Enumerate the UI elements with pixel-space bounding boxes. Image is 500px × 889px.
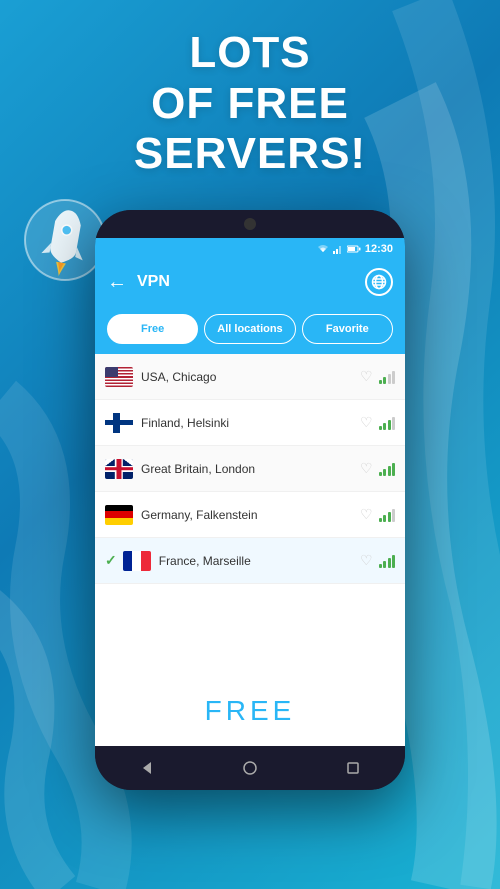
server-item[interactable]: USA, Chicago ♡ bbox=[95, 354, 405, 400]
tab-free[interactable]: Free bbox=[107, 314, 198, 344]
back-button[interactable]: ← bbox=[107, 271, 127, 294]
heart-icon[interactable]: ♡ bbox=[360, 552, 373, 569]
status-bar: 12:30 bbox=[95, 238, 405, 260]
signal-icon bbox=[379, 416, 396, 430]
app-header: ← VPN bbox=[95, 260, 405, 304]
heart-icon[interactable]: ♡ bbox=[360, 368, 373, 385]
tab-all-locations[interactable]: All locations bbox=[204, 314, 295, 344]
heart-icon[interactable]: ♡ bbox=[360, 460, 373, 477]
headline-line1: Lots bbox=[189, 28, 310, 77]
signal-icon bbox=[379, 508, 396, 522]
globe-icon[interactable] bbox=[365, 268, 393, 296]
phone-camera bbox=[244, 218, 256, 230]
tab-bar: Free All locations Favorite bbox=[95, 304, 405, 354]
phone-top bbox=[95, 210, 405, 238]
server-item[interactable]: Finland, Helsinki ♡ bbox=[95, 400, 405, 446]
signal-icon bbox=[379, 370, 396, 384]
server-name-usa: USA, Chicago bbox=[141, 370, 360, 384]
nav-home-button[interactable] bbox=[240, 758, 260, 778]
headline: Lots of free servers! bbox=[0, 28, 500, 180]
flag-germany bbox=[105, 505, 133, 525]
server-item-selected[interactable]: ✓ France, Marseille ♡ bbox=[95, 538, 405, 584]
headline-line3: servers! bbox=[134, 129, 366, 178]
server-name-finland: Finland, Helsinki bbox=[141, 416, 360, 430]
signal-icon bbox=[379, 554, 396, 568]
free-label-area: FREE bbox=[95, 676, 405, 746]
app-screen: ← VPN Free All locations Favorit bbox=[95, 260, 405, 746]
status-time: 12:30 bbox=[365, 243, 393, 255]
nav-back-button[interactable] bbox=[137, 758, 157, 778]
phone-frame: 12:30 ← VPN Free All lo bbox=[95, 210, 405, 790]
nav-recents-button[interactable] bbox=[343, 758, 363, 778]
server-item[interactable]: Germany, Falkenstein ♡ bbox=[95, 492, 405, 538]
server-list: USA, Chicago ♡ Finland, Helsinki ♡ bbox=[95, 354, 405, 676]
status-bar-icons: 12:30 bbox=[317, 243, 393, 255]
tab-favorite[interactable]: Favorite bbox=[302, 314, 393, 344]
server-name-germany: Germany, Falkenstein bbox=[141, 508, 360, 522]
connected-check: ✓ bbox=[105, 552, 117, 569]
server-name-uk: Great Britain, London bbox=[141, 462, 360, 476]
server-name-france: France, Marseille bbox=[159, 554, 360, 568]
flag-finland bbox=[105, 413, 133, 433]
phone-bottom-nav bbox=[95, 746, 405, 790]
flag-usa bbox=[105, 367, 133, 387]
app-title: VPN bbox=[137, 273, 365, 291]
heart-icon[interactable]: ♡ bbox=[360, 506, 373, 523]
server-item[interactable]: Great Britain, London ♡ bbox=[95, 446, 405, 492]
signal-icon bbox=[379, 462, 396, 476]
free-label: FREE bbox=[205, 695, 296, 727]
headline-line2: of free bbox=[151, 79, 349, 128]
heart-icon[interactable]: ♡ bbox=[360, 414, 373, 431]
flag-uk bbox=[105, 459, 133, 479]
flag-france bbox=[123, 551, 151, 571]
